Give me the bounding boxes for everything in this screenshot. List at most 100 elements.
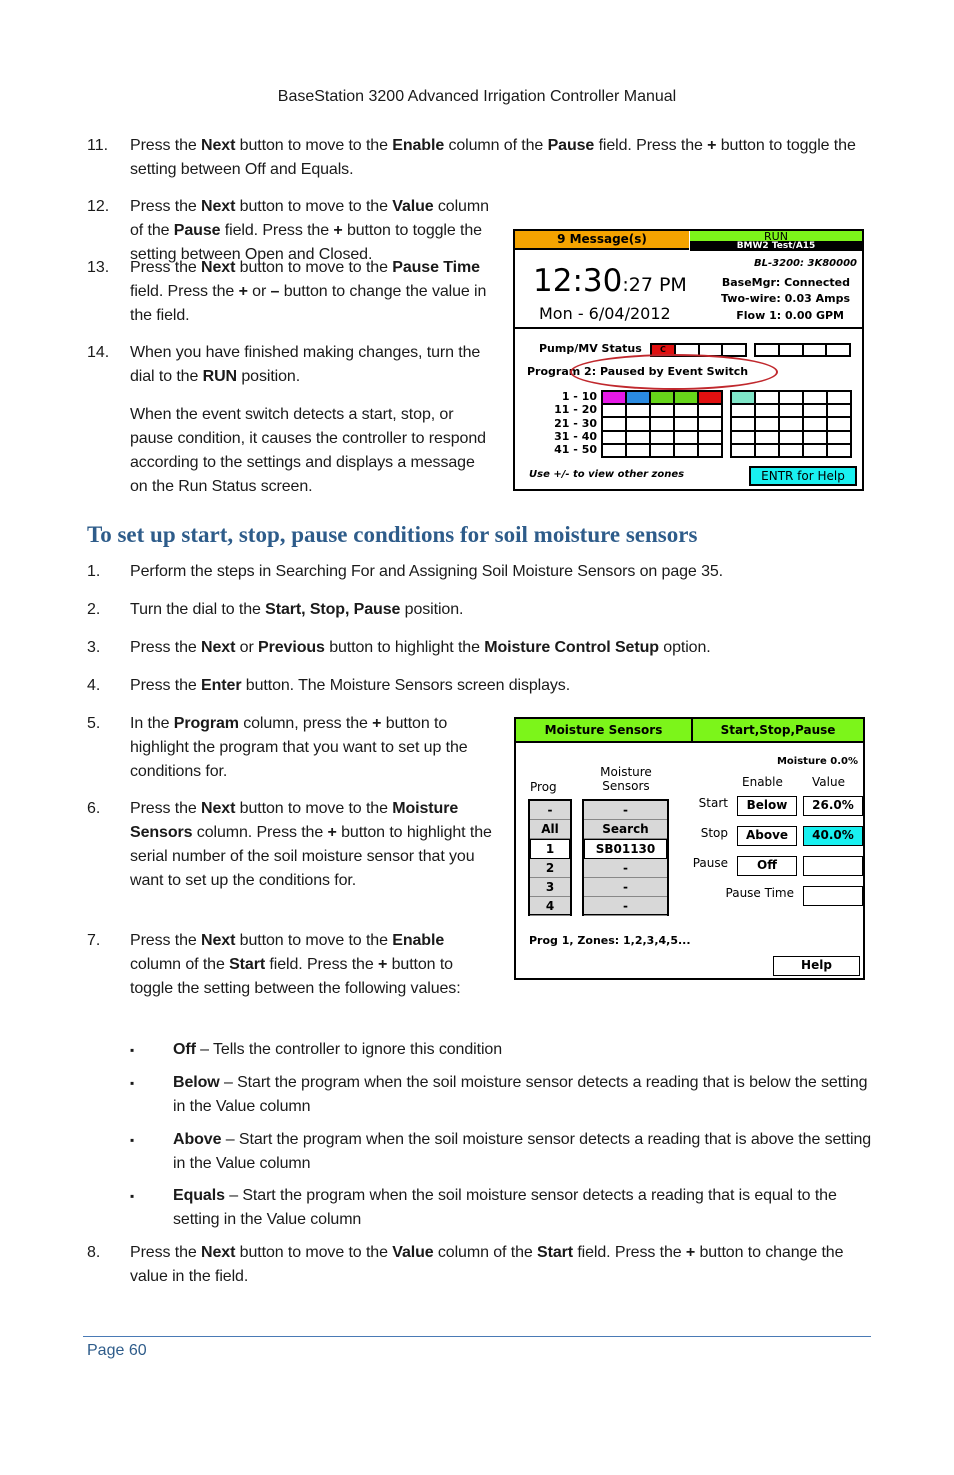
program-list-item[interactable]: 1: [530, 839, 570, 859]
bold-term: +: [333, 222, 343, 239]
text-run: – Start the program when the soil moistu…: [173, 1131, 872, 1172]
zone-row-label: 1 - 10: [561, 390, 597, 403]
sensor-list-item[interactable]: -: [584, 878, 667, 897]
tab-moisture-sensors[interactable]: Moisture Sensors: [516, 719, 693, 743]
zone-cell: [698, 391, 722, 405]
zone-cell: [779, 430, 803, 444]
pause-time-label: Pause Time: [725, 886, 794, 900]
step-text: Perform the steps in Searching For and A…: [130, 560, 870, 584]
step-number: 3.: [87, 639, 101, 656]
step-text: In the Program column, press the + butto…: [130, 712, 495, 784]
zone-cell: [626, 404, 650, 418]
pause-label: Pause: [692, 856, 728, 870]
step-number: 14.: [87, 344, 110, 361]
zone-cell: [650, 443, 674, 457]
text-run: button to move to the: [235, 198, 393, 215]
step-text: Press the Enter button. The Moisture Sen…: [130, 674, 870, 698]
text-run: position.: [237, 368, 301, 385]
step-number: 4.: [87, 677, 101, 694]
zone-cell: [827, 391, 851, 405]
bold-term: Next: [201, 932, 236, 949]
step-number: 1.: [87, 563, 101, 580]
program-list-item[interactable]: 2: [530, 859, 570, 878]
pump-cell: [802, 344, 827, 356]
pump-cell: [722, 344, 746, 356]
controller-serial: BL-3200: 3K80000: [754, 258, 857, 269]
section-title: To set up start, stop, pause conditions …: [87, 522, 698, 547]
bullet-item: Off – Tells the controller to ignore thi…: [173, 1038, 873, 1062]
program-list-item[interactable]: 3: [530, 878, 570, 897]
zone-cell: [698, 430, 722, 444]
zone-cell: [650, 430, 674, 444]
stop-enable-field[interactable]: Above: [737, 826, 797, 846]
pause-enable-field[interactable]: Off: [737, 856, 797, 876]
bold-term: Next: [201, 1244, 236, 1261]
step-text: Press the Next button to move to the Ena…: [130, 134, 870, 182]
zone-cell: [731, 443, 755, 457]
zone-cell: [650, 404, 674, 418]
step-text: Press the Next or Previous button to hig…: [130, 636, 870, 660]
sensor-list-item[interactable]: -: [584, 897, 667, 916]
stop-label: Stop: [700, 826, 728, 840]
zone-cell: [698, 404, 722, 418]
text-run: – Start the program when the soil moistu…: [173, 1187, 837, 1228]
sensor-list-item[interactable]: SB01130: [584, 839, 667, 859]
bold-term: Start, Stop, Pause: [265, 601, 401, 618]
zone-cell: [602, 443, 626, 457]
program-list-item[interactable]: All: [530, 820, 570, 839]
step-number: 2.: [87, 601, 101, 618]
sensor-list-item[interactable]: Search: [584, 820, 667, 839]
zone-grid-left: [601, 390, 723, 458]
start-enable-field[interactable]: Below: [737, 796, 797, 816]
step-number: 7.: [87, 932, 101, 949]
program-list-item[interactable]: -: [530, 801, 570, 820]
help-button[interactable]: Help: [773, 956, 860, 976]
step-text: Press the Next button to move to the Pau…: [130, 256, 495, 328]
zone-row-label: 21 - 30: [554, 416, 597, 430]
entr-help-button[interactable]: ENTR for Help: [749, 466, 857, 486]
zone-cell: [602, 430, 626, 444]
start-value-field[interactable]: 26.0%: [803, 796, 863, 816]
zone-cell: [674, 430, 698, 444]
prog-header: Prog: [530, 780, 557, 794]
page-number: Page 60: [87, 1342, 147, 1359]
program-list-item[interactable]: 4: [530, 897, 570, 916]
text-run: button to move to the: [235, 259, 393, 276]
stop-value-field[interactable]: 40.0%: [803, 826, 863, 846]
zone-cell: [731, 404, 755, 418]
zone-cell: [803, 430, 827, 444]
step-number: 5.: [87, 715, 101, 732]
zone-cell: [626, 417, 650, 431]
sensor-list-item[interactable]: -: [584, 859, 667, 878]
sensor-list[interactable]: - Search SB01130- - -: [582, 799, 669, 916]
zone-cell: [650, 391, 674, 405]
zone-cell: [779, 443, 803, 457]
zone-cell: [755, 430, 779, 444]
tab-start-stop-pause[interactable]: Start,Stop,Pause: [693, 719, 863, 743]
sensors-header: Moisture Sensors: [584, 765, 668, 793]
start-label: Start: [698, 796, 728, 810]
step-text: Turn the dial to the Start, Stop, Pause …: [130, 598, 870, 622]
bold-term: +: [685, 1244, 696, 1261]
bold-term: Pause: [547, 137, 595, 154]
bold-term: Next: [201, 639, 236, 656]
text-run: field. Press the: [594, 137, 708, 154]
zone-cell: [779, 417, 803, 431]
zone-cell: [731, 391, 755, 405]
text-run: field. Press the: [265, 956, 378, 973]
pause-time-field[interactable]: [803, 886, 863, 906]
text-run: column of the: [444, 137, 548, 154]
program-list[interactable]: - All 1 2 3 4: [528, 799, 572, 916]
bullet-marker: ▪: [130, 1189, 135, 1203]
bold-term: Start: [229, 956, 266, 973]
zone-cell: [626, 391, 650, 405]
sensor-list-item[interactable]: -: [584, 801, 667, 820]
text-run: Press the: [130, 677, 202, 694]
date: Mon - 6/04/2012: [539, 304, 671, 323]
pump-label: Pump/MV Status: [539, 342, 642, 355]
text-run: option.: [658, 639, 711, 656]
zone-cell: [755, 443, 779, 457]
zone-grid-right: [730, 390, 852, 458]
pause-value-field[interactable]: [803, 856, 863, 876]
text-run: Press the: [130, 137, 202, 154]
